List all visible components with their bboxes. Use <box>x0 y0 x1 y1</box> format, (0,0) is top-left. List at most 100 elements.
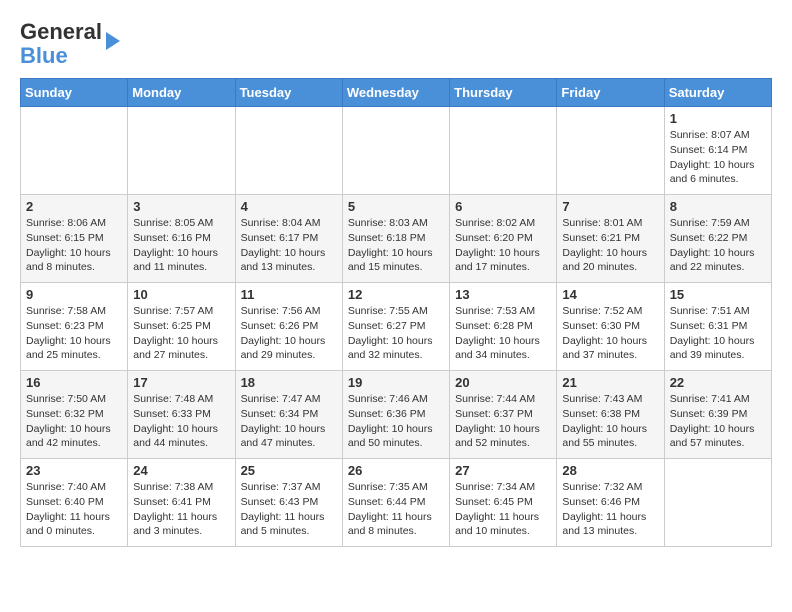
day-number: 24 <box>133 463 229 478</box>
day-number: 25 <box>241 463 337 478</box>
calendar-cell: 6 Sunrise: 8:02 AMSunset: 6:20 PMDayligh… <box>450 195 557 283</box>
calendar-cell: 10 Sunrise: 7:57 AMSunset: 6:25 PMDaylig… <box>128 283 235 371</box>
day-number: 16 <box>26 375 122 390</box>
day-number: 6 <box>455 199 551 214</box>
day-number: 8 <box>670 199 766 214</box>
calendar-cell: 23 Sunrise: 7:40 AMSunset: 6:40 PMDaylig… <box>21 459 128 547</box>
weekday-header-wednesday: Wednesday <box>342 79 449 107</box>
day-info: Sunrise: 7:35 AMSunset: 6:44 PMDaylight:… <box>348 481 432 537</box>
calendar-cell: 24 Sunrise: 7:38 AMSunset: 6:41 PMDaylig… <box>128 459 235 547</box>
day-info: Sunrise: 7:41 AMSunset: 6:39 PMDaylight:… <box>670 393 755 449</box>
day-number: 27 <box>455 463 551 478</box>
day-number: 15 <box>670 287 766 302</box>
day-number: 11 <box>241 287 337 302</box>
day-info: Sunrise: 7:50 AMSunset: 6:32 PMDaylight:… <box>26 393 111 449</box>
calendar-week-3: 9 Sunrise: 7:58 AMSunset: 6:23 PMDayligh… <box>21 283 772 371</box>
day-info: Sunrise: 7:32 AMSunset: 6:46 PMDaylight:… <box>562 481 646 537</box>
calendar-cell: 9 Sunrise: 7:58 AMSunset: 6:23 PMDayligh… <box>21 283 128 371</box>
calendar-cell: 7 Sunrise: 8:01 AMSunset: 6:21 PMDayligh… <box>557 195 664 283</box>
day-number: 2 <box>26 199 122 214</box>
day-number: 14 <box>562 287 658 302</box>
day-number: 5 <box>348 199 444 214</box>
day-number: 20 <box>455 375 551 390</box>
weekday-header-sunday: Sunday <box>21 79 128 107</box>
day-info: Sunrise: 7:51 AMSunset: 6:31 PMDaylight:… <box>670 305 755 361</box>
day-info: Sunrise: 7:37 AMSunset: 6:43 PMDaylight:… <box>241 481 325 537</box>
calendar-cell: 1 Sunrise: 8:07 AMSunset: 6:14 PMDayligh… <box>664 107 771 195</box>
calendar-cell: 19 Sunrise: 7:46 AMSunset: 6:36 PMDaylig… <box>342 371 449 459</box>
day-number: 12 <box>348 287 444 302</box>
day-number: 3 <box>133 199 229 214</box>
calendar-cell <box>450 107 557 195</box>
day-info: Sunrise: 7:52 AMSunset: 6:30 PMDaylight:… <box>562 305 647 361</box>
day-info: Sunrise: 8:04 AMSunset: 6:17 PMDaylight:… <box>241 217 326 273</box>
day-info: Sunrise: 7:47 AMSunset: 6:34 PMDaylight:… <box>241 393 326 449</box>
calendar-cell <box>664 459 771 547</box>
calendar-cell: 17 Sunrise: 7:48 AMSunset: 6:33 PMDaylig… <box>128 371 235 459</box>
weekday-header-tuesday: Tuesday <box>235 79 342 107</box>
calendar-cell <box>557 107 664 195</box>
day-number: 4 <box>241 199 337 214</box>
logo: General Blue <box>20 20 120 68</box>
calendar-week-2: 2 Sunrise: 8:06 AMSunset: 6:15 PMDayligh… <box>21 195 772 283</box>
calendar-cell: 25 Sunrise: 7:37 AMSunset: 6:43 PMDaylig… <box>235 459 342 547</box>
day-info: Sunrise: 8:06 AMSunset: 6:15 PMDaylight:… <box>26 217 111 273</box>
calendar-cell: 22 Sunrise: 7:41 AMSunset: 6:39 PMDaylig… <box>664 371 771 459</box>
day-info: Sunrise: 8:01 AMSunset: 6:21 PMDaylight:… <box>562 217 647 273</box>
calendar-cell: 13 Sunrise: 7:53 AMSunset: 6:28 PMDaylig… <box>450 283 557 371</box>
day-number: 17 <box>133 375 229 390</box>
calendar-cell: 4 Sunrise: 8:04 AMSunset: 6:17 PMDayligh… <box>235 195 342 283</box>
day-info: Sunrise: 7:58 AMSunset: 6:23 PMDaylight:… <box>26 305 111 361</box>
day-info: Sunrise: 7:59 AMSunset: 6:22 PMDaylight:… <box>670 217 755 273</box>
logo-blue: Blue <box>20 44 102 68</box>
day-number: 23 <box>26 463 122 478</box>
day-info: Sunrise: 7:53 AMSunset: 6:28 PMDaylight:… <box>455 305 540 361</box>
weekday-header-monday: Monday <box>128 79 235 107</box>
day-number: 19 <box>348 375 444 390</box>
calendar-cell: 28 Sunrise: 7:32 AMSunset: 6:46 PMDaylig… <box>557 459 664 547</box>
weekday-header-friday: Friday <box>557 79 664 107</box>
day-number: 22 <box>670 375 766 390</box>
day-info: Sunrise: 7:38 AMSunset: 6:41 PMDaylight:… <box>133 481 217 537</box>
day-info: Sunrise: 7:46 AMSunset: 6:36 PMDaylight:… <box>348 393 433 449</box>
day-number: 26 <box>348 463 444 478</box>
calendar-cell: 2 Sunrise: 8:06 AMSunset: 6:15 PMDayligh… <box>21 195 128 283</box>
day-info: Sunrise: 7:48 AMSunset: 6:33 PMDaylight:… <box>133 393 218 449</box>
day-number: 13 <box>455 287 551 302</box>
day-info: Sunrise: 7:40 AMSunset: 6:40 PMDaylight:… <box>26 481 110 537</box>
calendar-cell: 26 Sunrise: 7:35 AMSunset: 6:44 PMDaylig… <box>342 459 449 547</box>
calendar-table: SundayMondayTuesdayWednesdayThursdayFrid… <box>20 78 772 547</box>
day-info: Sunrise: 7:55 AMSunset: 6:27 PMDaylight:… <box>348 305 433 361</box>
calendar-cell: 20 Sunrise: 7:44 AMSunset: 6:37 PMDaylig… <box>450 371 557 459</box>
day-info: Sunrise: 7:43 AMSunset: 6:38 PMDaylight:… <box>562 393 647 449</box>
day-info: Sunrise: 8:02 AMSunset: 6:20 PMDaylight:… <box>455 217 540 273</box>
calendar-cell: 5 Sunrise: 8:03 AMSunset: 6:18 PMDayligh… <box>342 195 449 283</box>
logo-general: General <box>20 20 102 44</box>
calendar-cell <box>21 107 128 195</box>
page-header: General Blue <box>20 20 772 68</box>
calendar-cell: 18 Sunrise: 7:47 AMSunset: 6:34 PMDaylig… <box>235 371 342 459</box>
day-number: 7 <box>562 199 658 214</box>
day-number: 10 <box>133 287 229 302</box>
day-info: Sunrise: 7:34 AMSunset: 6:45 PMDaylight:… <box>455 481 539 537</box>
calendar-week-4: 16 Sunrise: 7:50 AMSunset: 6:32 PMDaylig… <box>21 371 772 459</box>
day-number: 1 <box>670 111 766 126</box>
calendar-cell: 21 Sunrise: 7:43 AMSunset: 6:38 PMDaylig… <box>557 371 664 459</box>
day-number: 28 <box>562 463 658 478</box>
logo-arrow-icon <box>106 32 120 50</box>
day-number: 21 <box>562 375 658 390</box>
calendar-cell <box>342 107 449 195</box>
day-number: 18 <box>241 375 337 390</box>
day-info: Sunrise: 8:07 AMSunset: 6:14 PMDaylight:… <box>670 129 755 185</box>
calendar-cell: 16 Sunrise: 7:50 AMSunset: 6:32 PMDaylig… <box>21 371 128 459</box>
calendar-cell: 12 Sunrise: 7:55 AMSunset: 6:27 PMDaylig… <box>342 283 449 371</box>
calendar-cell: 15 Sunrise: 7:51 AMSunset: 6:31 PMDaylig… <box>664 283 771 371</box>
calendar-cell: 3 Sunrise: 8:05 AMSunset: 6:16 PMDayligh… <box>128 195 235 283</box>
calendar-cell: 8 Sunrise: 7:59 AMSunset: 6:22 PMDayligh… <box>664 195 771 283</box>
calendar-cell: 14 Sunrise: 7:52 AMSunset: 6:30 PMDaylig… <box>557 283 664 371</box>
weekday-header-saturday: Saturday <box>664 79 771 107</box>
day-number: 9 <box>26 287 122 302</box>
day-info: Sunrise: 7:44 AMSunset: 6:37 PMDaylight:… <box>455 393 540 449</box>
weekday-header-thursday: Thursday <box>450 79 557 107</box>
calendar-cell <box>235 107 342 195</box>
